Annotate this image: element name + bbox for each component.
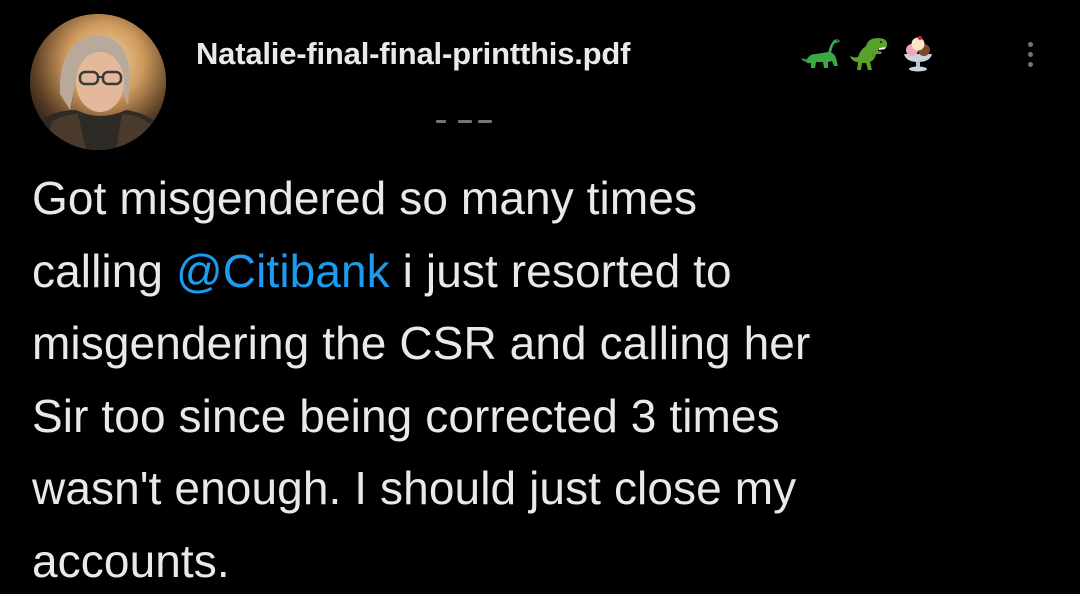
ice-cream-emoji-icon bbox=[896, 32, 940, 76]
tweet-text-line: calling @Citibank i just resorted to bbox=[32, 244, 732, 297]
tweet-card: Natalie-final-final-printthis.pdf Got mi… bbox=[0, 0, 1080, 594]
sauropod-emoji-icon bbox=[800, 32, 844, 76]
avatar[interactable] bbox=[30, 14, 166, 150]
tweet-text-line: wasn't enough. I should just close my bbox=[32, 462, 797, 514]
mention-citibank-link[interactable]: @Citibank bbox=[176, 245, 390, 297]
tweet-text-line: Sir too since being corrected 3 times bbox=[32, 389, 780, 442]
avatar-photo bbox=[30, 14, 166, 150]
cropped-handle-fragment bbox=[436, 118, 496, 124]
display-name[interactable]: Natalie-final-final-printthis.pdf bbox=[196, 36, 630, 72]
more-vertical-icon bbox=[1027, 41, 1033, 47]
more-options-button[interactable] bbox=[1012, 34, 1048, 74]
tweet-text-line: misgendering the CSR and calling her bbox=[32, 317, 811, 369]
name-emojis bbox=[800, 30, 940, 78]
tweet-text: Got misgendered so many times calling @C… bbox=[32, 162, 1062, 594]
tweet-text-line: Got misgendered so many times bbox=[32, 172, 698, 224]
tweet-text-line: accounts. bbox=[32, 534, 230, 587]
t-rex-emoji-icon bbox=[848, 32, 892, 76]
